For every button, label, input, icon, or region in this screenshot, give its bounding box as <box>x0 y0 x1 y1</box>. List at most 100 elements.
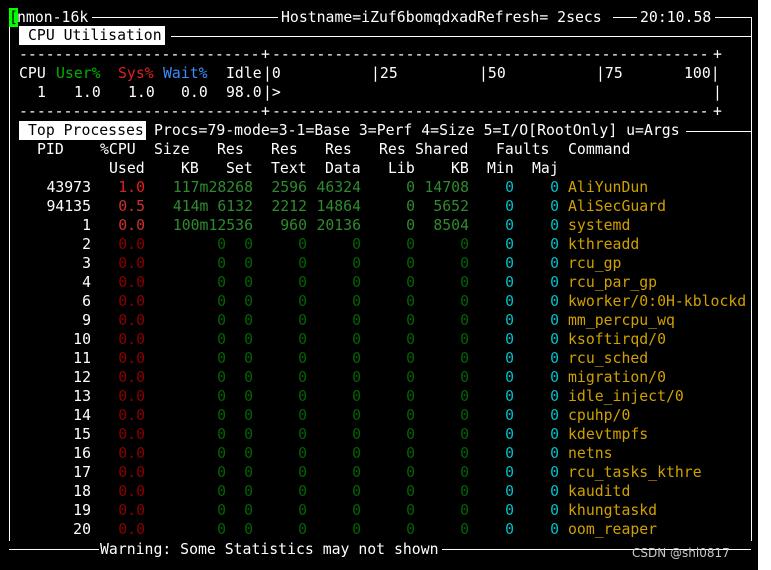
table-row[interactable]: 15 0.0 0 0 0 0 0 0 0 0 kdevtmpfs <box>0 425 758 444</box>
table-row[interactable]: 19 0.0 0 0 0 0 0 0 0 0 khungtaskd <box>0 501 758 520</box>
cell-command: ksoftirqd/0 <box>568 331 666 348</box>
cell-maj: 0 <box>550 521 559 538</box>
top-processes-header: Top Processes Procs=79-mode=3-1=Base 3=P… <box>0 121 758 140</box>
table-row[interactable]: 1 0.0 100m12536 960 20136 0 8504 0 0 systemd <box>0 216 758 235</box>
header-rule-mid <box>613 17 637 18</box>
cell-lib: 0 <box>406 274 415 291</box>
cell-pid: 2 <box>82 236 91 253</box>
col-size: Size <box>154 141 190 158</box>
cell-lib: 0 <box>406 407 415 424</box>
cell-maj: 0 <box>550 502 559 519</box>
table-row[interactable]: 2 0.0 0 0 0 0 0 0 0 0 kthreadd <box>0 235 758 254</box>
cell-min: 0 <box>505 445 514 462</box>
scrollbar[interactable] <box>758 0 771 570</box>
cell-text: 960 <box>280 217 307 234</box>
cell-command: idle_inject/0 <box>568 388 684 405</box>
table-row[interactable]: 43973 1.0 117m28268 2596 46324 0 14708 0 0 AliYun… <box>0 178 758 197</box>
table-row[interactable]: 20 0.0 0 0 0 0 0 0 0 0 oom_reaper <box>0 520 758 539</box>
table-row[interactable]: 16 0.0 0 0 0 0 0 0 0 0 netns <box>0 444 758 463</box>
cell-size: 0 <box>217 445 226 462</box>
table-row[interactable]: 10 0.0 0 0 0 0 0 0 0 0 ksoftirqd/0 <box>0 330 758 349</box>
top-processes-title[interactable]: Top Processes <box>19 121 146 140</box>
cell-res: 0 <box>244 502 253 519</box>
cell-shared: 0 <box>460 483 469 500</box>
cell-maj: 0 <box>550 312 559 329</box>
table-row[interactable]: 3 0.0 0 0 0 0 0 0 0 0 rcu_gp <box>0 254 758 273</box>
col-data: Data <box>325 160 361 177</box>
cell-data: 0 <box>352 293 361 310</box>
cell-cpu: 0.0 <box>118 521 145 538</box>
cell-pid: 94135 <box>46 198 91 215</box>
cell-min: 0 <box>505 312 514 329</box>
cell-lib: 0 <box>406 426 415 443</box>
cell-text: 0 <box>298 464 307 481</box>
top-processes-rule <box>686 131 751 132</box>
cell-data: 0 <box>352 255 361 272</box>
scale-75: |75 <box>596 65 623 82</box>
cell-shared: 0 <box>460 350 469 367</box>
cell-text: 2212 <box>271 198 307 215</box>
cpu-idle-value: 98.0 <box>226 84 262 101</box>
table-row[interactable]: 6 0.0 0 0 0 0 0 0 0 0 kworker/0:0H-kblockd <box>0 292 758 311</box>
cell-command: kdevtmpfs <box>568 426 649 443</box>
table-row[interactable]: 18 0.0 0 0 0 0 0 0 0 0 kauditd <box>0 482 758 501</box>
table-row[interactable]: 4 0.0 0 0 0 0 0 0 0 0 rcu_par_gp <box>0 273 758 292</box>
cell-shared: 8504 <box>433 217 469 234</box>
table-row[interactable]: 12 0.0 0 0 0 0 0 0 0 0 migration/0 <box>0 368 758 387</box>
cell-cpu: 0.0 <box>118 426 145 443</box>
cpu-border-dashes-right: ----------------------------------------… <box>272 46 709 63</box>
cpu-top-border: --------------------------- + ----------… <box>0 45 758 64</box>
cpu-number: 1 <box>37 84 46 101</box>
table-row[interactable]: 94135 0.5 414m 6132 2212 14864 0 5652 0 0 AliSecG… <box>0 197 758 216</box>
col-command: Command <box>568 141 631 158</box>
cell-min: 0 <box>505 388 514 405</box>
table-row[interactable]: 14 0.0 0 0 0 0 0 0 0 0 cpuhp/0 <box>0 406 758 425</box>
cell-pid: 16 <box>73 445 91 462</box>
cell-res: 0 <box>244 331 253 348</box>
cell-maj: 0 <box>550 236 559 253</box>
table-row[interactable]: 9 0.0 0 0 0 0 0 0 0 0 mm_percpu_wq <box>0 311 758 330</box>
cell-data: 20136 <box>316 217 361 234</box>
app-title: nmon-16k <box>17 9 89 26</box>
cell-res: 0 <box>244 274 253 291</box>
cell-shared: 14708 <box>424 179 469 196</box>
table-row[interactable]: 13 0.0 0 0 0 0 0 0 0 0 idle_inject/0 <box>0 387 758 406</box>
cell-lib: 0 <box>406 445 415 462</box>
cell-cpu: 0.0 <box>118 502 145 519</box>
terminal-window[interactable]: [ nmon-16k Hostname=iZuf6bomqdxadRefresh… <box>0 0 758 570</box>
cell-lib: 0 <box>406 350 415 367</box>
cell-maj: 0 <box>550 483 559 500</box>
table-row[interactable]: 17 0.0 0 0 0 0 0 0 0 0 rcu_tasks_kthre <box>0 463 758 482</box>
cell-cpu: 0.0 <box>118 350 145 367</box>
cell-command: kworker/0:0H-kblockd <box>568 293 747 310</box>
cell-data: 0 <box>352 331 361 348</box>
table-row[interactable]: 11 0.0 0 0 0 0 0 0 0 0 rcu_sched <box>0 349 758 368</box>
cell-res: 0 <box>244 521 253 538</box>
cell-shared: 0 <box>460 293 469 310</box>
cell-size: 0 <box>217 426 226 443</box>
cpu-bar-end: | <box>713 84 722 101</box>
cell-res: 0 <box>244 293 253 310</box>
cell-size: 0 <box>217 236 226 253</box>
cell-min: 0 <box>505 369 514 386</box>
cell-maj: 0 <box>550 388 559 405</box>
cell-command: mm_percpu_wq <box>568 312 675 329</box>
cell-pid: 12 <box>73 369 91 386</box>
sys-label: Sys% <box>118 65 154 82</box>
cell-data: 0 <box>352 236 361 253</box>
cell-maj: 0 <box>550 445 559 462</box>
cell-data: 14864 <box>316 198 361 215</box>
header-rule-right <box>715 17 751 18</box>
cpu-utilisation-title[interactable]: CPU Utilisation <box>19 26 165 45</box>
process-header-row-2: Used KB Set Text Data Lib KB Min Maj <box>0 159 758 178</box>
cell-res: 0 <box>244 445 253 462</box>
cell-res: 0 <box>244 236 253 253</box>
cell-min: 0 <box>505 255 514 272</box>
cell-pid: 11 <box>73 350 91 367</box>
cpu-bottom-dashes-right: ----------------------------------------… <box>272 103 709 120</box>
cell-res: 0 <box>244 464 253 481</box>
cell-min: 0 <box>505 426 514 443</box>
cell-shared: 0 <box>460 464 469 481</box>
cell-lib: 0 <box>406 255 415 272</box>
cell-text: 2596 <box>271 179 307 196</box>
